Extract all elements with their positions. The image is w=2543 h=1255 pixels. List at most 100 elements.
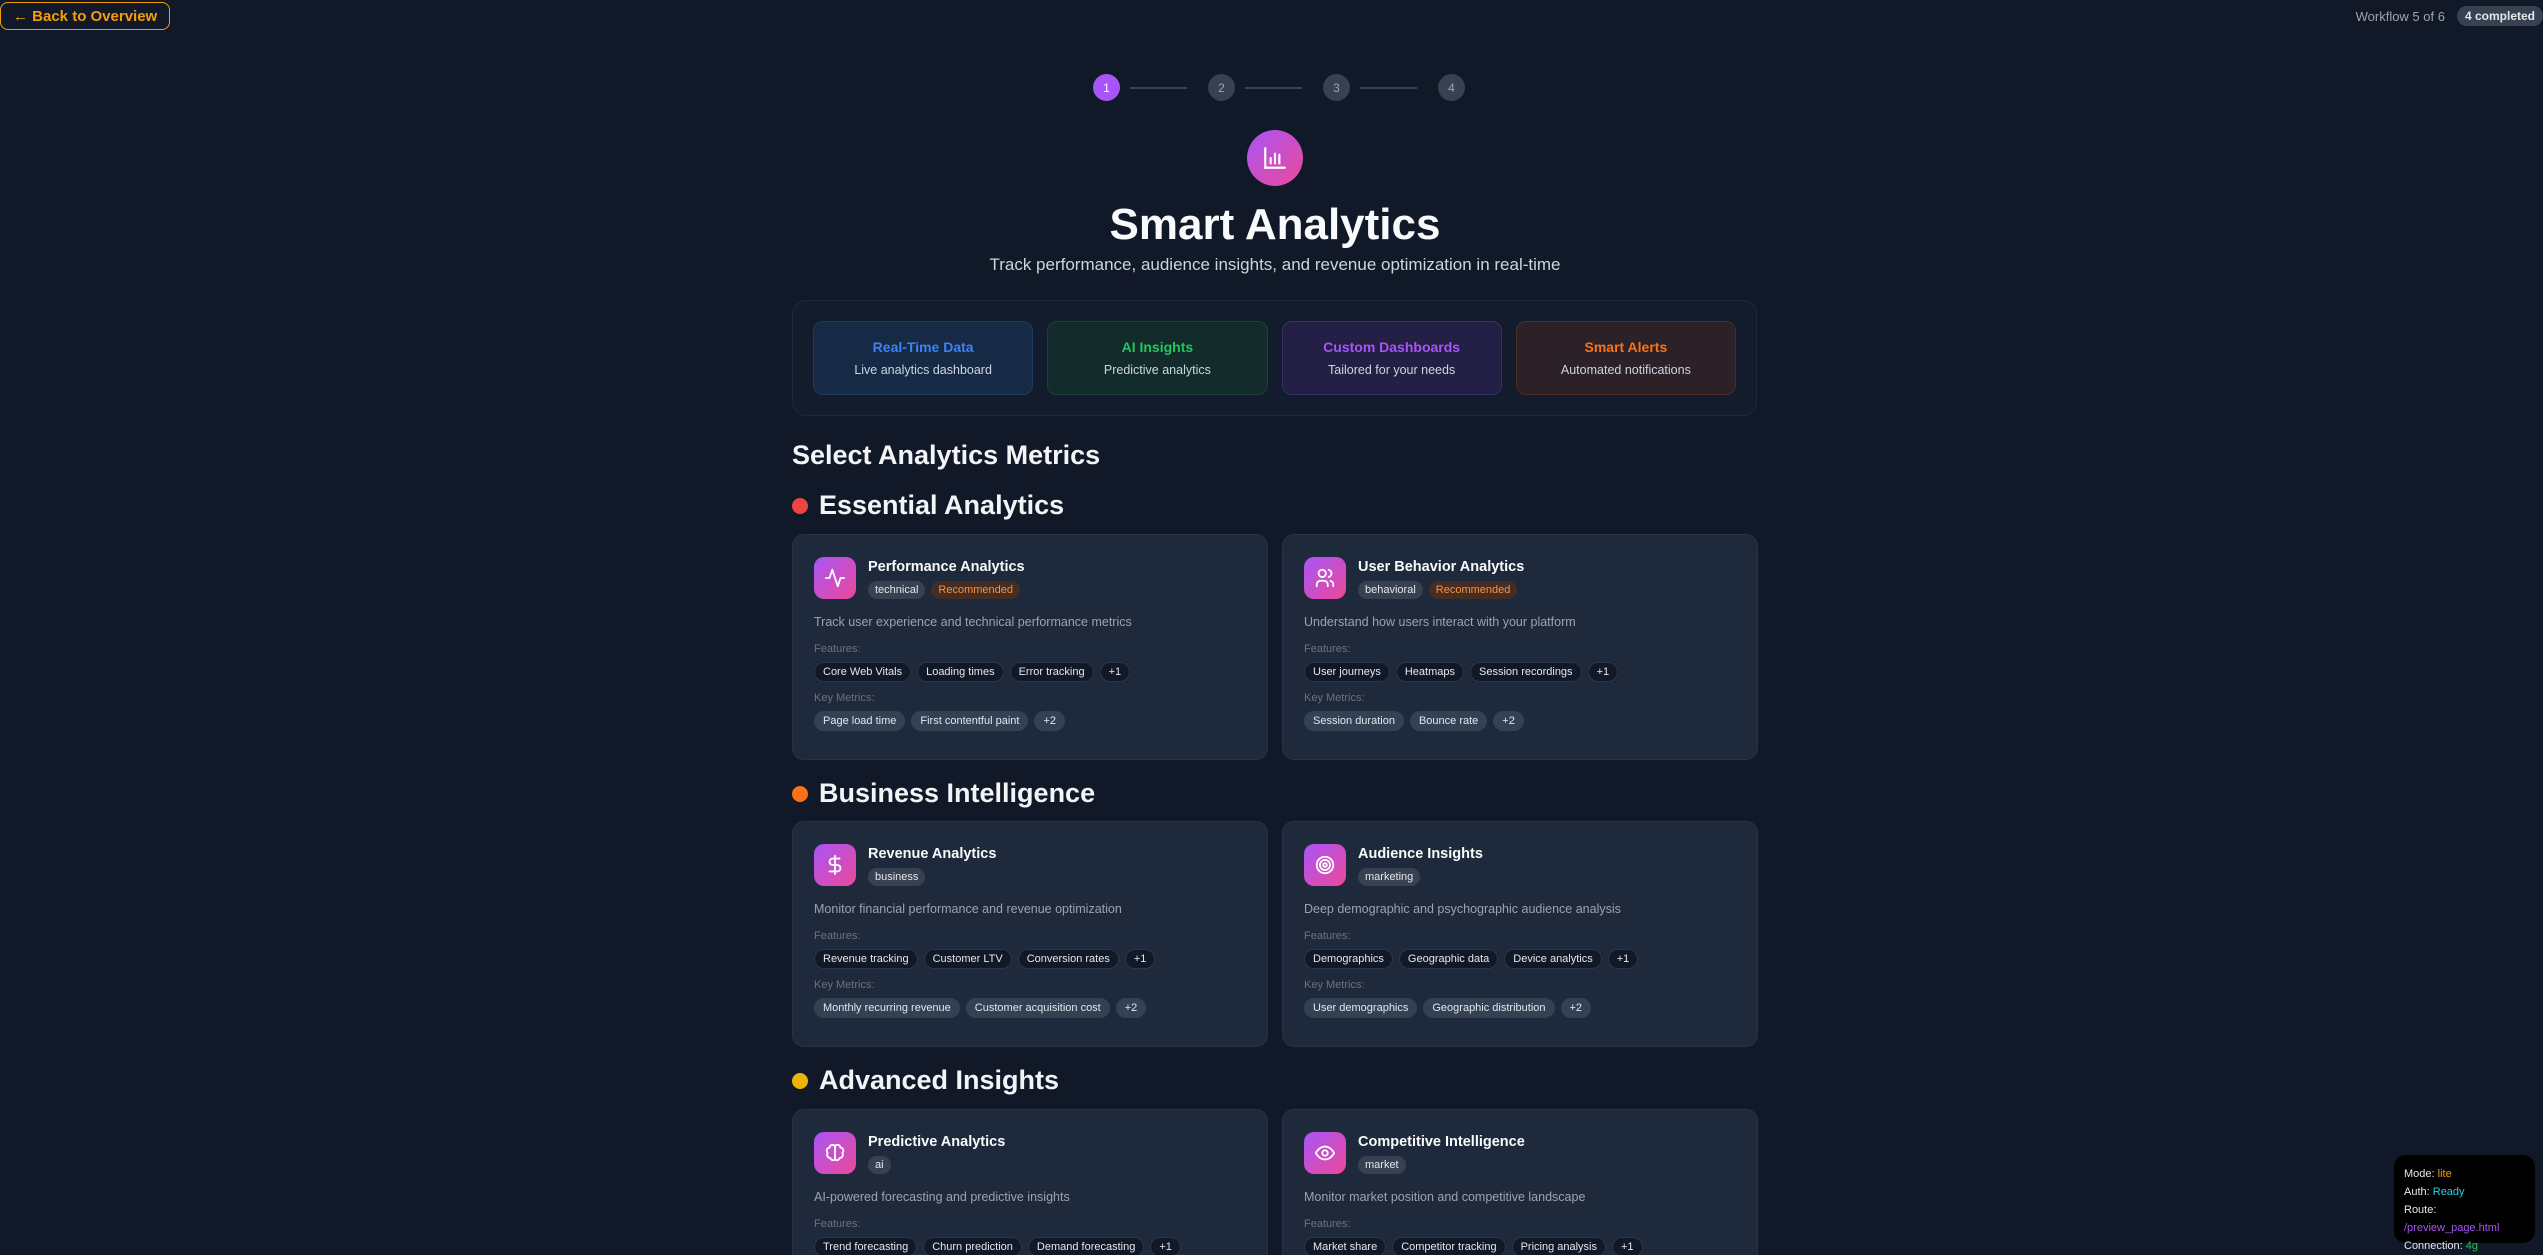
category-tag: market — [1358, 1156, 1406, 1174]
metric-card-performance-analytics[interactable]: Performance Analytics technical Recommen… — [792, 534, 1268, 760]
section-title: Essential Analytics — [819, 490, 1065, 520]
feature-chip: Conversion rates — [1017, 949, 1119, 969]
step-connector — [1360, 86, 1417, 89]
feature-chip: Demand forecasting — [1027, 1237, 1145, 1255]
feature-chip: Session recordings — [1470, 662, 1582, 682]
metric-chip: First contentful paint — [911, 711, 1029, 731]
card-description: Deep demographic and psychographic audie… — [1304, 902, 1621, 916]
feature-chip: User journeys — [1304, 662, 1390, 682]
feature-chip: Churn prediction — [923, 1237, 1022, 1255]
status-route: Route: /preview_page.html — [2404, 1204, 2500, 1234]
feature-chip: Trend forecasting — [814, 1237, 918, 1255]
feature-highlights: Real-Time Data Live analytics dashboard … — [792, 300, 1757, 416]
feature-desc: Automated notifications — [1560, 363, 1691, 377]
metric-chip: Monthly recurring revenue — [814, 998, 960, 1018]
metric-card-competitive-intelligence[interactable]: Competitive Intelligence market Monitor … — [1282, 1109, 1758, 1255]
section-business-intelligence: Business Intelligence — [792, 778, 1095, 809]
section-dot — [792, 1072, 808, 1089]
feature-real-time-data: Real-Time Data Live analytics dashboard — [813, 321, 1034, 395]
stepper: 1 2 3 4 — [1093, 74, 1465, 101]
features-label: Features: — [814, 643, 861, 655]
feature-chip: Error tracking — [1009, 662, 1094, 682]
feature-more-chip: +1 — [1612, 1237, 1643, 1255]
feature-more-chip: +1 — [1587, 662, 1619, 682]
step-connector — [1130, 86, 1187, 89]
metric-card-predictive-analytics[interactable]: Predictive Analytics ai AI-powered forec… — [792, 1109, 1268, 1255]
features-label: Features: — [1304, 930, 1351, 942]
status-auth: Auth: Ready — [2404, 1186, 2465, 1198]
target-icon — [1304, 844, 1346, 886]
feature-chip: Core Web Vitals — [814, 662, 912, 682]
feature-custom-dashboards: Custom Dashboards Tailored for your need… — [1281, 321, 1502, 395]
section-title: Advanced Insights — [819, 1065, 1060, 1095]
section-essential-analytics: Essential Analytics — [792, 490, 1064, 521]
category-tag: marketing — [1358, 868, 1421, 886]
metric-card-user-behavior-analytics[interactable]: User Behavior Analytics behavioral Recom… — [1282, 534, 1758, 760]
key-metrics-label: Key Metrics: — [1304, 979, 1365, 991]
feature-desc: Tailored for your needs — [1328, 363, 1456, 377]
features-label: Features: — [814, 1218, 861, 1230]
workflow-info: Workflow 5 of 6 4 completed — [2356, 6, 2543, 26]
status-mode: Mode: lite — [2404, 1168, 2452, 1180]
metric-more-chip: +2 — [1034, 711, 1065, 731]
select-metrics-heading: Select Analytics Metrics — [792, 440, 1101, 470]
metric-chip: Geographic distribution — [1423, 998, 1555, 1018]
metric-more-chip: +2 — [1560, 998, 1592, 1018]
card-title: User Behavior Analytics — [1358, 559, 1525, 575]
card-description: Track user experience and technical perf… — [814, 615, 1132, 629]
metric-chip: Session duration — [1304, 711, 1404, 731]
step-4[interactable]: 4 — [1438, 74, 1465, 101]
section-dot — [792, 497, 808, 514]
step-3[interactable]: 3 — [1323, 74, 1350, 101]
category-tag: behavioral — [1358, 581, 1423, 599]
completed-badge: 4 completed — [2456, 6, 2543, 26]
step-1[interactable]: 1 — [1093, 74, 1120, 101]
card-title: Predictive Analytics — [868, 1134, 1006, 1150]
feature-desc: Live analytics dashboard — [854, 363, 992, 377]
feature-chip: Loading times — [917, 662, 1004, 682]
feature-smart-alerts: Smart Alerts Automated notifications — [1515, 321, 1736, 395]
feature-chip: Customer LTV — [923, 949, 1012, 969]
card-title: Audience Insights — [1358, 846, 1483, 862]
feature-chip: Demographics — [1304, 949, 1393, 969]
feature-chip: Revenue tracking — [814, 949, 918, 969]
status-connection: Connection: 4g — [2404, 1240, 2479, 1252]
users-icon — [1304, 557, 1346, 599]
metric-chip: User demographics — [1304, 998, 1418, 1018]
section-advanced-insights: Advanced Insights — [792, 1065, 1059, 1096]
features-label: Features: — [1304, 643, 1351, 655]
feature-chip: Pricing analysis — [1511, 1237, 1606, 1255]
feature-title: Real-Time Data — [872, 339, 974, 355]
back-to-overview-button[interactable]: ← Back to Overview — [0, 2, 171, 30]
metric-card-revenue-analytics[interactable]: Revenue Analytics business Monitor finan… — [792, 821, 1268, 1047]
page-subtitle: Track performance, audience insights, an… — [989, 255, 1561, 274]
feature-title: AI Insights — [1121, 339, 1194, 355]
feature-more-chip: +1 — [1124, 949, 1156, 969]
brain-icon — [814, 1132, 856, 1174]
card-description: Monitor financial performance and revenu… — [814, 902, 1122, 916]
card-title: Revenue Analytics — [868, 846, 997, 862]
section-dot — [792, 785, 808, 802]
bar-chart-icon — [1247, 130, 1303, 186]
category-tag: business — [868, 868, 926, 886]
page-title: Smart Analytics — [1109, 200, 1441, 249]
feature-title: Custom Dashboards — [1323, 339, 1461, 355]
key-metrics-label: Key Metrics: — [814, 692, 875, 704]
metric-more-chip: +2 — [1115, 998, 1147, 1018]
metric-chip: Bounce rate — [1409, 711, 1488, 731]
metric-chip: Customer acquisition cost — [965, 998, 1110, 1018]
features-label: Features: — [814, 930, 861, 942]
card-description: Monitor market position and competitive … — [1304, 1190, 1586, 1204]
dollar-icon — [814, 844, 856, 886]
recommended-tag: Recommended — [1428, 581, 1518, 599]
card-description: AI-powered forecasting and predictive in… — [814, 1190, 1070, 1204]
recommended-tag: Recommended — [931, 581, 1021, 599]
card-title: Performance Analytics — [868, 559, 1025, 575]
step-2[interactable]: 2 — [1208, 74, 1235, 101]
metric-chip: Page load time — [814, 711, 906, 731]
metric-more-chip: +2 — [1493, 711, 1524, 731]
workflow-progress-label: Workflow 5 of 6 — [2355, 8, 2445, 24]
feature-chip: Geographic data — [1398, 949, 1499, 969]
metric-card-audience-insights[interactable]: Audience Insights marketing Deep demogra… — [1282, 821, 1758, 1047]
feature-chip: Heatmaps — [1395, 662, 1464, 682]
